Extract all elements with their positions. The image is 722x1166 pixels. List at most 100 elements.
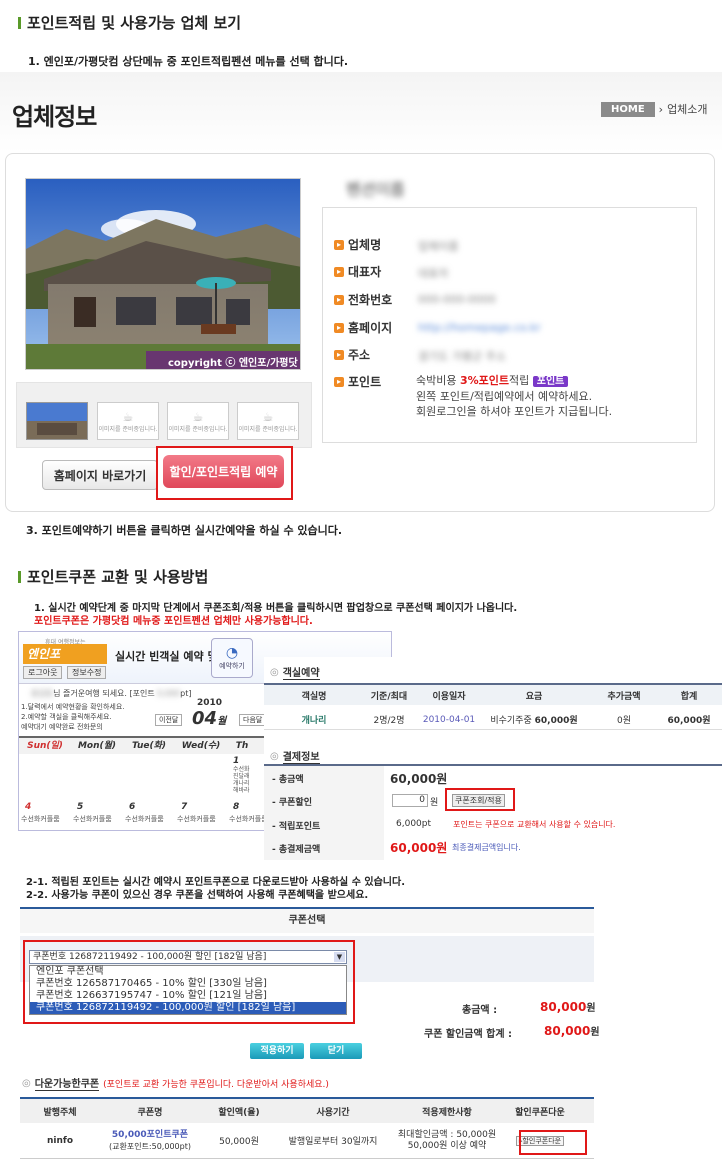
room-cell[interactable]: 수선화커플룸: [229, 814, 269, 824]
point-badge: 포인트: [532, 376, 569, 387]
title-desc: (포인트로 교환 가능한 쿠폰입니다. 다운받아서 사용하세요.): [103, 1079, 329, 1090]
room-cell[interactable]: 수선화커플룸: [21, 814, 73, 824]
date-cell: 4: [25, 802, 32, 812]
pay-label: - 총결제금액: [272, 845, 321, 855]
coupon-name-sub: (교환포인트:50,000pt): [109, 1141, 191, 1151]
thumbnail-caption: 이미지를 준비중입니다.: [168, 425, 228, 433]
side-item[interactable]: 해바라: [233, 787, 250, 794]
homepage-button[interactable]: 홈페이지 바로가기: [42, 460, 158, 490]
point-description: 숙박비용 3%포인트적립 포인트 왼쪽 포인트/적립예약에서 예약하세요. 회원…: [416, 373, 612, 419]
info-label: 전화번호: [348, 293, 393, 307]
prev-month-button[interactable]: 이전달: [155, 714, 183, 726]
info-value: 대표자: [418, 267, 449, 280]
point-text-2: 왼쪽 포인트/적립예약에서 예약하세요.: [416, 390, 593, 403]
info-row-address: ▸ 주소: [334, 346, 370, 363]
total-label: 총금액 :: [462, 1005, 498, 1016]
breadcrumb-home[interactable]: HOME: [601, 101, 655, 117]
info-label: 주소: [348, 348, 371, 362]
section-label: 결제정보: [282, 748, 320, 764]
td: 2명/2명: [373, 716, 405, 726]
coupon-table-row: ninfo 50,000포인트쿠폰 (교환포인트:50,000pt) 50,000…: [20, 1123, 594, 1159]
th: 추가금액: [607, 691, 641, 702]
season: 비수기주중: [490, 716, 532, 726]
td: 0원: [616, 716, 631, 726]
day-sun: Sun(일): [27, 741, 63, 751]
reserve-section-title: ◎ 객실예약: [270, 664, 320, 680]
td-date: 2010-04-01: [422, 714, 476, 725]
info-row-phone: ▸ 전화번호: [334, 291, 392, 308]
th: 요금: [525, 691, 543, 702]
side-item[interactable]: 개나리: [233, 780, 250, 787]
pay-label: - 총금액: [272, 775, 304, 785]
reserve-point-button[interactable]: 할인/포인트적립 예약: [163, 455, 284, 488]
th: 발행주체: [43, 1107, 77, 1118]
breadcrumb: HOME › 업체소개: [601, 101, 708, 117]
th: 이용일자: [432, 691, 466, 702]
coupon-name: 50,000포인트쿠폰: [111, 1129, 189, 1140]
breadcrumb-current[interactable]: 업체소개: [667, 101, 707, 117]
thumbnail-4[interactable]: ☕ 이미지를 준비중입니다.: [237, 402, 299, 440]
side-item[interactable]: 수선화: [233, 766, 250, 773]
step-3-text: 3. 포인트예약하기 버튼을 클릭하면 실시간예약을 하실 수 있습니다.: [26, 524, 343, 537]
point-text: 숙박비용: [416, 374, 457, 387]
thumbnail-1[interactable]: [26, 402, 88, 440]
reserve-icon-label: 예약하기: [219, 662, 245, 670]
close-button[interactable]: 닫기: [310, 1043, 362, 1059]
total-value: 80,000원: [540, 999, 596, 1014]
th: 사용기간: [316, 1107, 350, 1118]
edit-info-button[interactable]: 정보수정: [67, 666, 107, 679]
day-wed: Wed(수): [181, 741, 221, 751]
limit-2: 50,000원 이상 예약: [407, 1140, 487, 1151]
thumbnail-3[interactable]: ☕ 이미지를 준비중입니다.: [167, 402, 229, 440]
info-row-homepage: ▸ 홈페이지: [334, 319, 392, 336]
pay-final: 60,000원: [390, 841, 448, 855]
discount-sum-value: 80,000원: [544, 1023, 600, 1038]
welcome-pt: pt]: [180, 689, 192, 698]
month-suffix: 월: [217, 716, 227, 727]
thumbnail-2[interactable]: ☕ 이미지를 준비중입니다.: [97, 402, 159, 440]
coupon-table-header: 발행주체 쿠폰명 할인액(율) 사용기간 적용제한사항 할인쿠폰다운: [20, 1097, 594, 1123]
calendar-year: 2010: [197, 698, 223, 708]
amount: 80,000: [544, 1024, 591, 1038]
point-rate: 3%포인트: [459, 374, 510, 387]
unit: 원: [586, 1003, 596, 1014]
day-mon: Mon(월): [77, 741, 117, 751]
circle-bullet-icon: ◎: [22, 1077, 31, 1089]
coupon-discount-input[interactable]: 0: [392, 794, 428, 807]
circle-bullet-icon: ◎: [270, 666, 279, 678]
next-month-button[interactable]: 다음달: [239, 714, 267, 726]
side-item[interactable]: 진달래: [233, 773, 250, 780]
room-cell[interactable]: 수선화커플룸: [73, 814, 125, 824]
info-value-link[interactable]: http://homepage.co.kr: [418, 321, 541, 334]
th: 할인액(율): [218, 1107, 260, 1118]
thumbnail-caption: 이미지를 준비중입니다.: [238, 425, 298, 433]
s2-step-1-note: 포인트쿠폰은 가평닷컴 메뉴중 포인트펜션 업체만 사용가능합니다.: [34, 616, 313, 627]
calendar-month: 04월: [192, 708, 226, 729]
amount: 80,000: [540, 1000, 587, 1014]
limit-1: 최대할인금액 : 50,000원: [397, 1129, 497, 1140]
td-room[interactable]: 개나리: [264, 713, 364, 726]
section-title-text: 포인트쿠폰 교환 및 사용방법: [27, 568, 209, 586]
coupon-panel-title: 쿠폰선택: [20, 909, 594, 933]
highlight-box: [445, 788, 515, 811]
th: 기준/최대: [370, 691, 408, 702]
th: 적용제한사항: [422, 1107, 472, 1118]
room-cell[interactable]: 수선화커플룸: [125, 814, 177, 824]
month-num: 04: [192, 708, 218, 729]
download-coupon-title: ◎ 다운가능한쿠폰 (포인트로 교환 가능한 쿠폰입니다. 다운받아서 사용하세요.…: [22, 1075, 329, 1091]
section-title: 포인트적립 및 사용가능 업체 보기: [18, 12, 241, 33]
info-label: 홈페이지: [348, 321, 393, 335]
td-amount: 50,000원: [219, 1137, 259, 1147]
reserve-icon-button[interactable]: ◔ 예약하기: [211, 638, 253, 678]
info-value: 000-000-0000: [418, 293, 496, 306]
thumbnail-photo: [27, 403, 87, 439]
logout-button[interactable]: 로그아웃: [23, 666, 63, 679]
room-cell[interactable]: 수선화커플룸: [177, 814, 229, 824]
apply-button[interactable]: 적용하기: [250, 1043, 304, 1059]
highlight-box: [23, 940, 355, 1024]
clock-icon: ◔: [225, 645, 239, 661]
bullet-bar: [18, 570, 21, 583]
unit: 원: [590, 1027, 600, 1038]
info-row-point: ▸ 포인트: [334, 373, 381, 390]
section-title-text: 포인트적립 및 사용가능 업체 보기: [27, 14, 242, 32]
